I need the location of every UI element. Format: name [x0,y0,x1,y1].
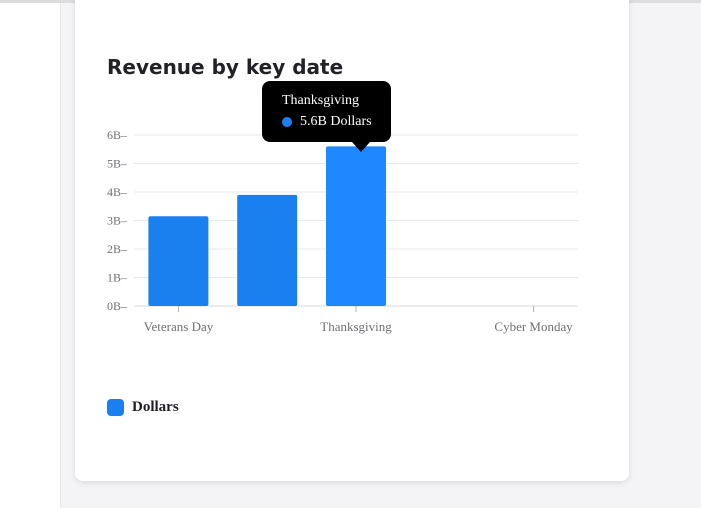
legend-swatch-icon [107,399,124,416]
y-tick-label: 5B– [107,157,128,171]
bar [326,146,386,306]
bar [237,194,298,306]
left-panel-divider [60,3,61,508]
tooltip-value: 5.6B Dollars [300,114,372,129]
left-panel [0,3,60,508]
y-tick-label: 6B– [107,128,128,142]
y-tick-label: 2B– [107,242,128,256]
y-tick-label: 4B– [107,185,128,199]
legend-label: Dollars [132,399,179,415]
series-dot-icon [282,117,292,127]
chart-tooltip: Thanksgiving 5.6B Dollars [262,81,391,152]
y-tick-label: 1B– [107,271,128,285]
tooltip-title: Thanksgiving [282,93,359,108]
chart-card: Revenue by key date 0B– 1B– 2B– 3B– 4B– 5B– 6B… [75,0,629,481]
bar [148,216,209,306]
y-tick-label: 0B– [107,299,128,313]
x-tick-label: Veterans Day [144,319,214,334]
chart-legend[interactable]: Dollars [107,399,179,416]
x-tick-label: Cyber Monday [494,319,573,334]
tooltip-value-row: 5.6B Dollars [282,114,372,130]
bar-chart: 0B– 1B– 2B– 3B– 4B– 5B– 6B– Veterans Day Thanksg… [107,128,578,334]
x-tick-label: Thanksgiving [320,319,392,334]
y-tick-label: 3B– [107,214,128,228]
